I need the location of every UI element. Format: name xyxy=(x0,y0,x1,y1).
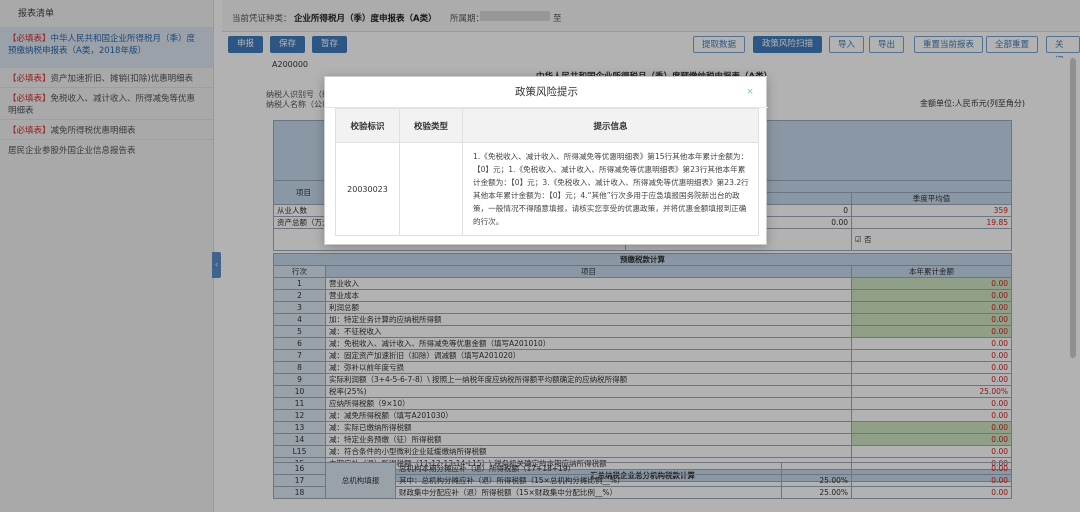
risk-table: 校验标识 校验类型 提示信息 20030023 1.《免税收入、减计收入、所得减… xyxy=(335,108,759,236)
col-check-type: 校验类型 xyxy=(399,108,463,143)
close-icon[interactable]: × xyxy=(744,86,756,98)
tax-declaration-app: 报表清单 【必填表】中华人民共和国企业所得税月（季）度预缴纳税申报表（A类，20… xyxy=(0,0,1080,512)
check-type-cell xyxy=(399,142,463,236)
col-message: 提示信息 xyxy=(462,108,759,143)
check-id-cell: 20030023 xyxy=(335,142,400,236)
message-cell: 1.《免税收入、减计收入、所得减免等优惠明细表》第15行其他本年累计金额为：【0… xyxy=(462,142,759,236)
dialog-title: 政策风险提示 xyxy=(325,77,768,108)
col-check-id: 校验标识 xyxy=(335,108,400,143)
policy-risk-dialog: 政策风险提示 × 校验标识 校验类型 提示信息 20030023 1.《免税收入… xyxy=(324,76,768,245)
